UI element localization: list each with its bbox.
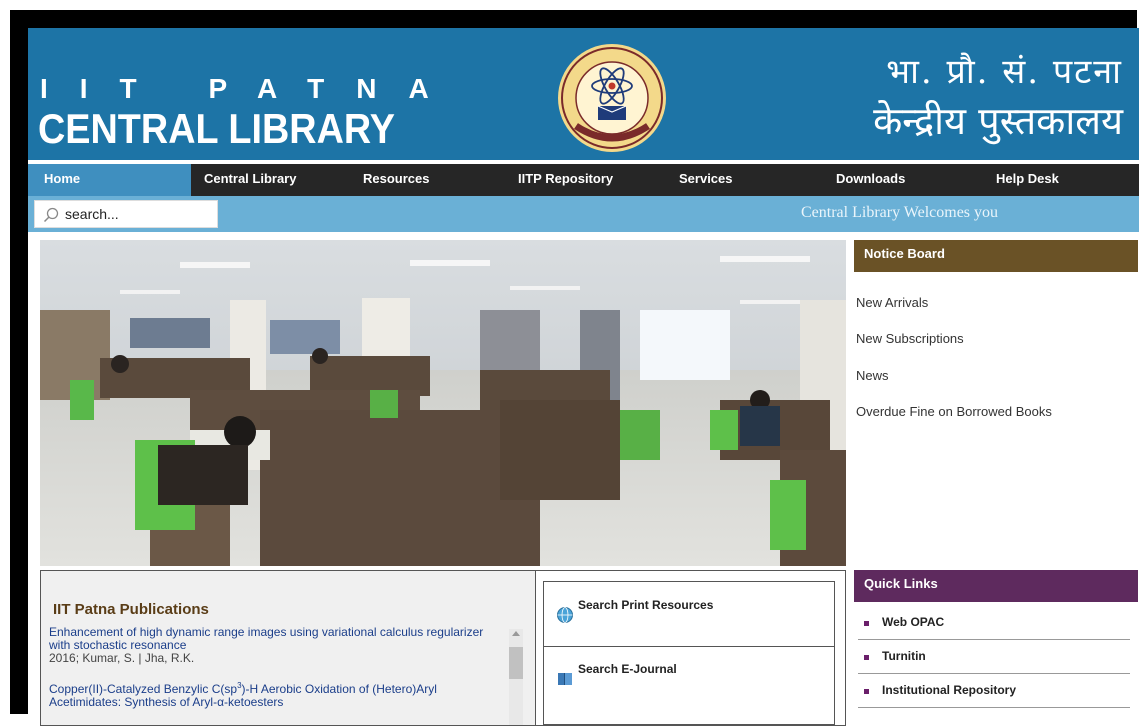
search-box: [34, 200, 218, 228]
publication-title-link[interactable]: Enhancement of high dynamic range images…: [49, 626, 499, 652]
publication-item: Copper(II)-Catalyzed Benzylic C(sp3)-H A…: [49, 679, 499, 709]
scrollbar-thumb[interactable]: [509, 647, 523, 679]
quick-link-label: Turnitin: [882, 649, 926, 663]
main-navigation: Home Central Library Resources IITP Repo…: [28, 164, 1139, 196]
nav-services[interactable]: Services: [679, 164, 733, 196]
bottom-content: IIT Patna Publications Enhancement of hi…: [40, 570, 846, 726]
search-e-journal-link[interactable]: Search E-Journal: [578, 662, 677, 676]
nav-resources[interactable]: Resources: [363, 164, 429, 196]
notice-link-new-arrivals[interactable]: New Arrivals: [856, 295, 928, 310]
welcome-marquee: Central Library Welcomes you: [801, 204, 999, 221]
library-reading-room-photo: [40, 240, 846, 566]
search-icon: [43, 207, 59, 223]
scroll-up-arrow-icon[interactable]: [512, 631, 520, 636]
quick-link-web-opac[interactable]: Web OPAC: [858, 606, 1130, 640]
search-e-journal-row[interactable]: Search E-Journal: [544, 646, 834, 710]
nav-downloads[interactable]: Downloads: [836, 164, 905, 196]
hindi-institute-name: भा. प्रौ. सं. पटना: [886, 52, 1123, 92]
central-library-title: CENTRAL LIBRARY: [38, 105, 396, 152]
notice-board-title: Notice Board: [854, 240, 1138, 272]
notice-link-news[interactable]: News: [856, 368, 889, 383]
notice-board-panel: Notice Board New Arrivals New Subscripti…: [854, 240, 1138, 566]
bullet-icon: [864, 621, 869, 626]
notice-link-overdue-fine[interactable]: Overdue Fine on Borrowed Books: [856, 404, 1052, 419]
publication-meta: 2016; Kumar, S. | Jha, R.K.: [49, 651, 195, 665]
bullet-icon: [864, 655, 869, 660]
nav-help-desk[interactable]: Help Desk: [996, 164, 1059, 196]
quick-links-title: Quick Links: [854, 570, 1138, 602]
globe-search-icon: [557, 607, 573, 623]
journal-icon: [558, 673, 572, 685]
publication-title-part: Copper(II)-Catalyzed Benzylic C(sp: [49, 682, 238, 696]
notice-link-new-subscriptions[interactable]: New Subscriptions: [856, 331, 964, 346]
search-print-resources-link[interactable]: Search Print Resources: [578, 598, 713, 612]
search-bar: Central Library Welcomes you: [28, 196, 1139, 232]
nav-home[interactable]: Home: [28, 164, 191, 196]
hindi-library-name: केन्द्रीय पुस्तकालय: [873, 99, 1123, 143]
publication-item: Enhancement of high dynamic range images…: [49, 626, 499, 665]
search-input[interactable]: [65, 203, 213, 225]
page-frame: IIT PATNA CENTRAL LIBRARY भा. प्रौ. सं. …: [10, 10, 1139, 726]
search-print-resources-row[interactable]: Search Print Resources: [544, 582, 834, 647]
iit-patna-title: IIT PATNA: [40, 73, 461, 104]
quick-links-list: Web OPAC Turnitin Institutional Reposito…: [858, 606, 1130, 708]
quick-link-institutional-repository[interactable]: Institutional Repository: [858, 674, 1130, 708]
search-resources-panel: Search Print Resources Search E-Journal: [543, 581, 835, 725]
publication-title-link[interactable]: Copper(II)-Catalyzed Benzylic C(sp3)-H A…: [49, 679, 499, 709]
quick-link-label: Web OPAC: [882, 615, 945, 629]
publications-title: IIT Patna Publications: [53, 601, 209, 618]
quick-link-turnitin[interactable]: Turnitin: [858, 640, 1130, 674]
bullet-icon: [864, 689, 869, 694]
publications-scrollbar[interactable]: [509, 629, 523, 725]
quick-links-panel: Quick Links Web OPAC Turnitin Institutio…: [854, 570, 1138, 726]
nav-iitp-repository[interactable]: IITP Repository: [518, 164, 613, 196]
page: IIT PATNA CENTRAL LIBRARY भा. प्रौ. सं. …: [28, 28, 1139, 726]
header-banner: IIT PATNA CENTRAL LIBRARY भा. प्रौ. सं. …: [28, 28, 1139, 160]
nav-central-library[interactable]: Central Library: [204, 164, 296, 196]
quick-link-label: Institutional Repository: [882, 683, 1017, 697]
iit-patna-logo: [558, 44, 666, 152]
publications-panel: IIT Patna Publications Enhancement of hi…: [41, 571, 536, 725]
